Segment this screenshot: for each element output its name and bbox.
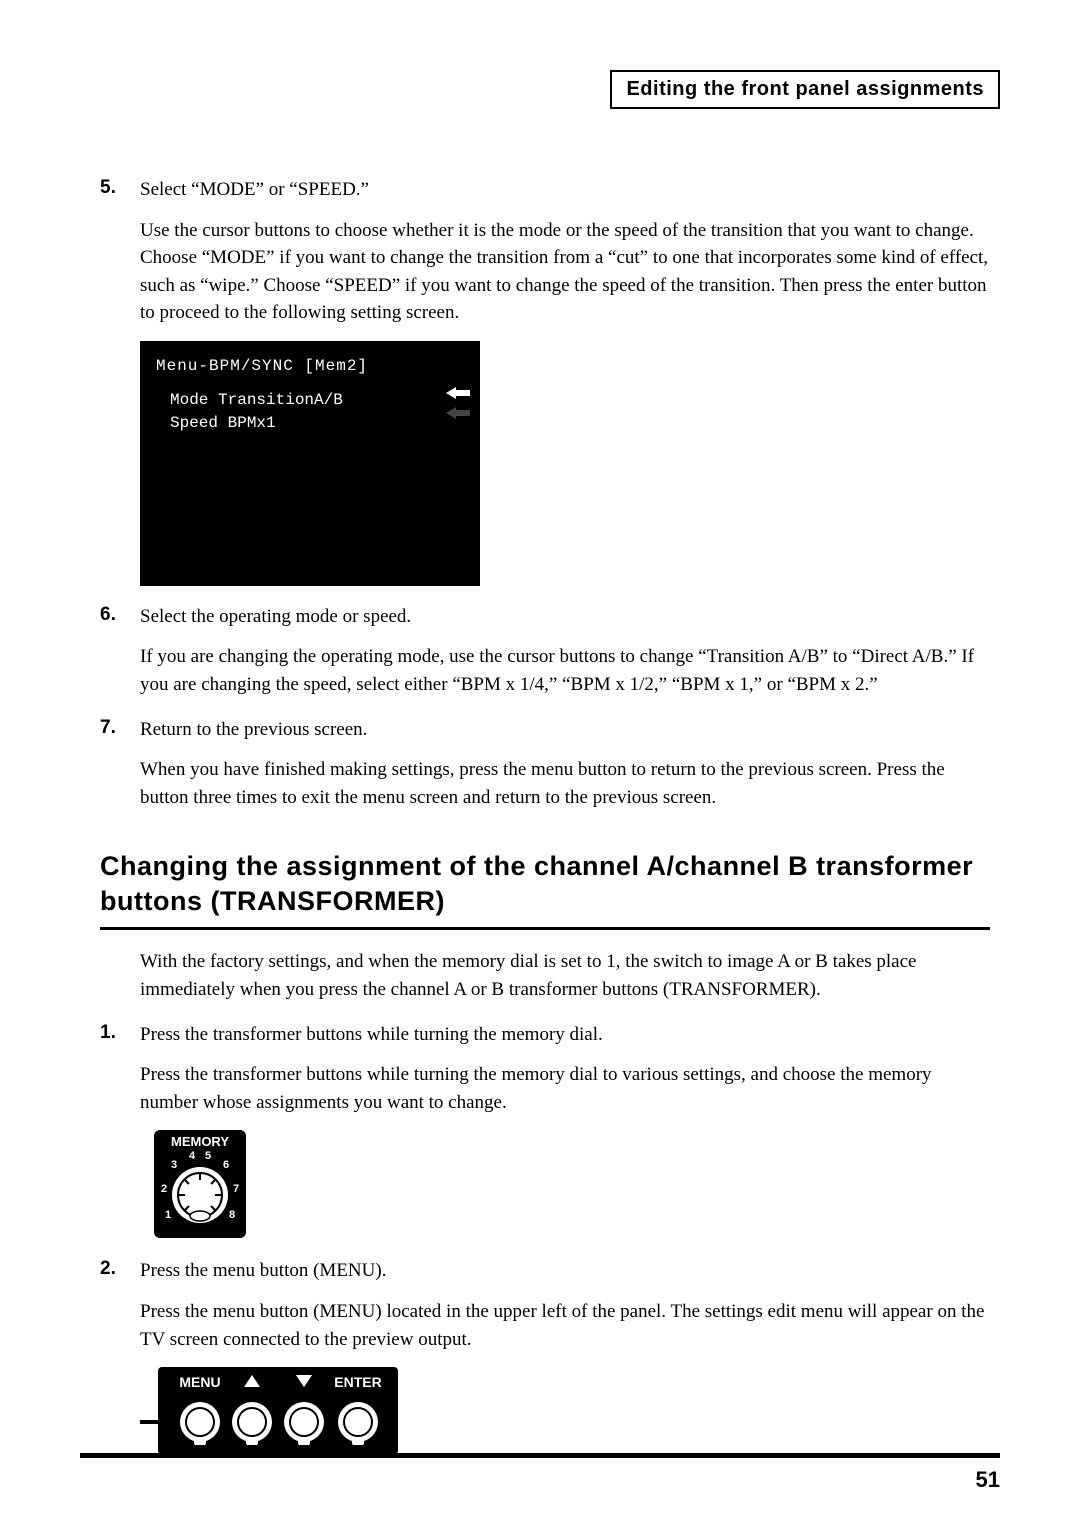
- step-num-2: 2.: [100, 1258, 140, 1284]
- lcd-line-1: Menu-BPM/SYNC [Mem2]: [156, 355, 464, 377]
- svg-text:8: 8: [229, 1209, 235, 1221]
- svg-text:7: 7: [233, 1183, 239, 1195]
- step-1: 1. Press the transformer buttons while t…: [100, 1022, 990, 1048]
- step-num-5: 5.: [100, 177, 140, 203]
- step-num-6: 6.: [100, 604, 140, 630]
- step-6: 6. Select the operating mode or speed.: [100, 604, 990, 630]
- section-intro: With the factory settings, and when the …: [140, 948, 990, 1003]
- arrow-left-icon: [446, 405, 470, 423]
- svg-text:6: 6: [223, 1159, 229, 1171]
- lcd-screen-illustration: Menu-BPM/SYNC [Mem2] Mode TransitionA/B …: [140, 341, 480, 586]
- enter-label: ENTER: [334, 1374, 381, 1390]
- step-body-7: When you have finished making settings, …: [140, 756, 990, 811]
- footer-rule: [80, 1453, 1000, 1458]
- arrow-left-icon: [446, 385, 470, 403]
- step-7: 7. Return to the previous screen.: [100, 717, 990, 743]
- step-num-1: 1.: [100, 1022, 140, 1048]
- svg-text:1: 1: [165, 1209, 171, 1221]
- heading-rule: [100, 927, 990, 930]
- svg-text:5: 5: [205, 1150, 211, 1162]
- section-heading: Changing the assignment of the channel A…: [100, 849, 990, 919]
- step-title-1: Press the transformer buttons while turn…: [140, 1022, 990, 1048]
- step-2: 2. Press the menu button (MENU).: [100, 1258, 990, 1284]
- step-body-2: Press the menu button (MENU) located in …: [140, 1298, 990, 1353]
- svg-text:3: 3: [171, 1159, 177, 1171]
- step-num-7: 7.: [100, 717, 140, 743]
- step-5: 5. Select “MODE” or “SPEED.”: [100, 177, 990, 203]
- lcd-line-3: Speed BPMx1: [170, 412, 464, 434]
- page-number: 51: [976, 1467, 1000, 1493]
- step-body-5: Use the cursor buttons to choose whether…: [140, 217, 990, 327]
- svg-text:2: 2: [161, 1183, 167, 1195]
- menu-label: MENU: [179, 1374, 220, 1390]
- dial-label: MEMORY: [171, 1134, 229, 1149]
- step-title-7: Return to the previous screen.: [140, 717, 990, 743]
- step-title-2: Press the menu button (MENU).: [140, 1258, 990, 1284]
- svg-text:4: 4: [189, 1150, 196, 1162]
- lcd-line-2: Mode TransitionA/B: [170, 389, 464, 411]
- step-title-6: Select the operating mode or speed.: [140, 604, 990, 630]
- menu-buttons-illustration: MENU ENTER: [140, 1367, 990, 1457]
- step-body-1: Press the transformer buttons while turn…: [140, 1061, 990, 1116]
- section-header-box: Editing the front panel assignments: [610, 70, 1000, 109]
- step-title-5: Select “MODE” or “SPEED.”: [140, 177, 990, 203]
- step-body-6: If you are changing the operating mode, …: [140, 643, 990, 698]
- memory-dial-illustration: MEMORY 1 2 3 4 5 6 7: [140, 1130, 990, 1240]
